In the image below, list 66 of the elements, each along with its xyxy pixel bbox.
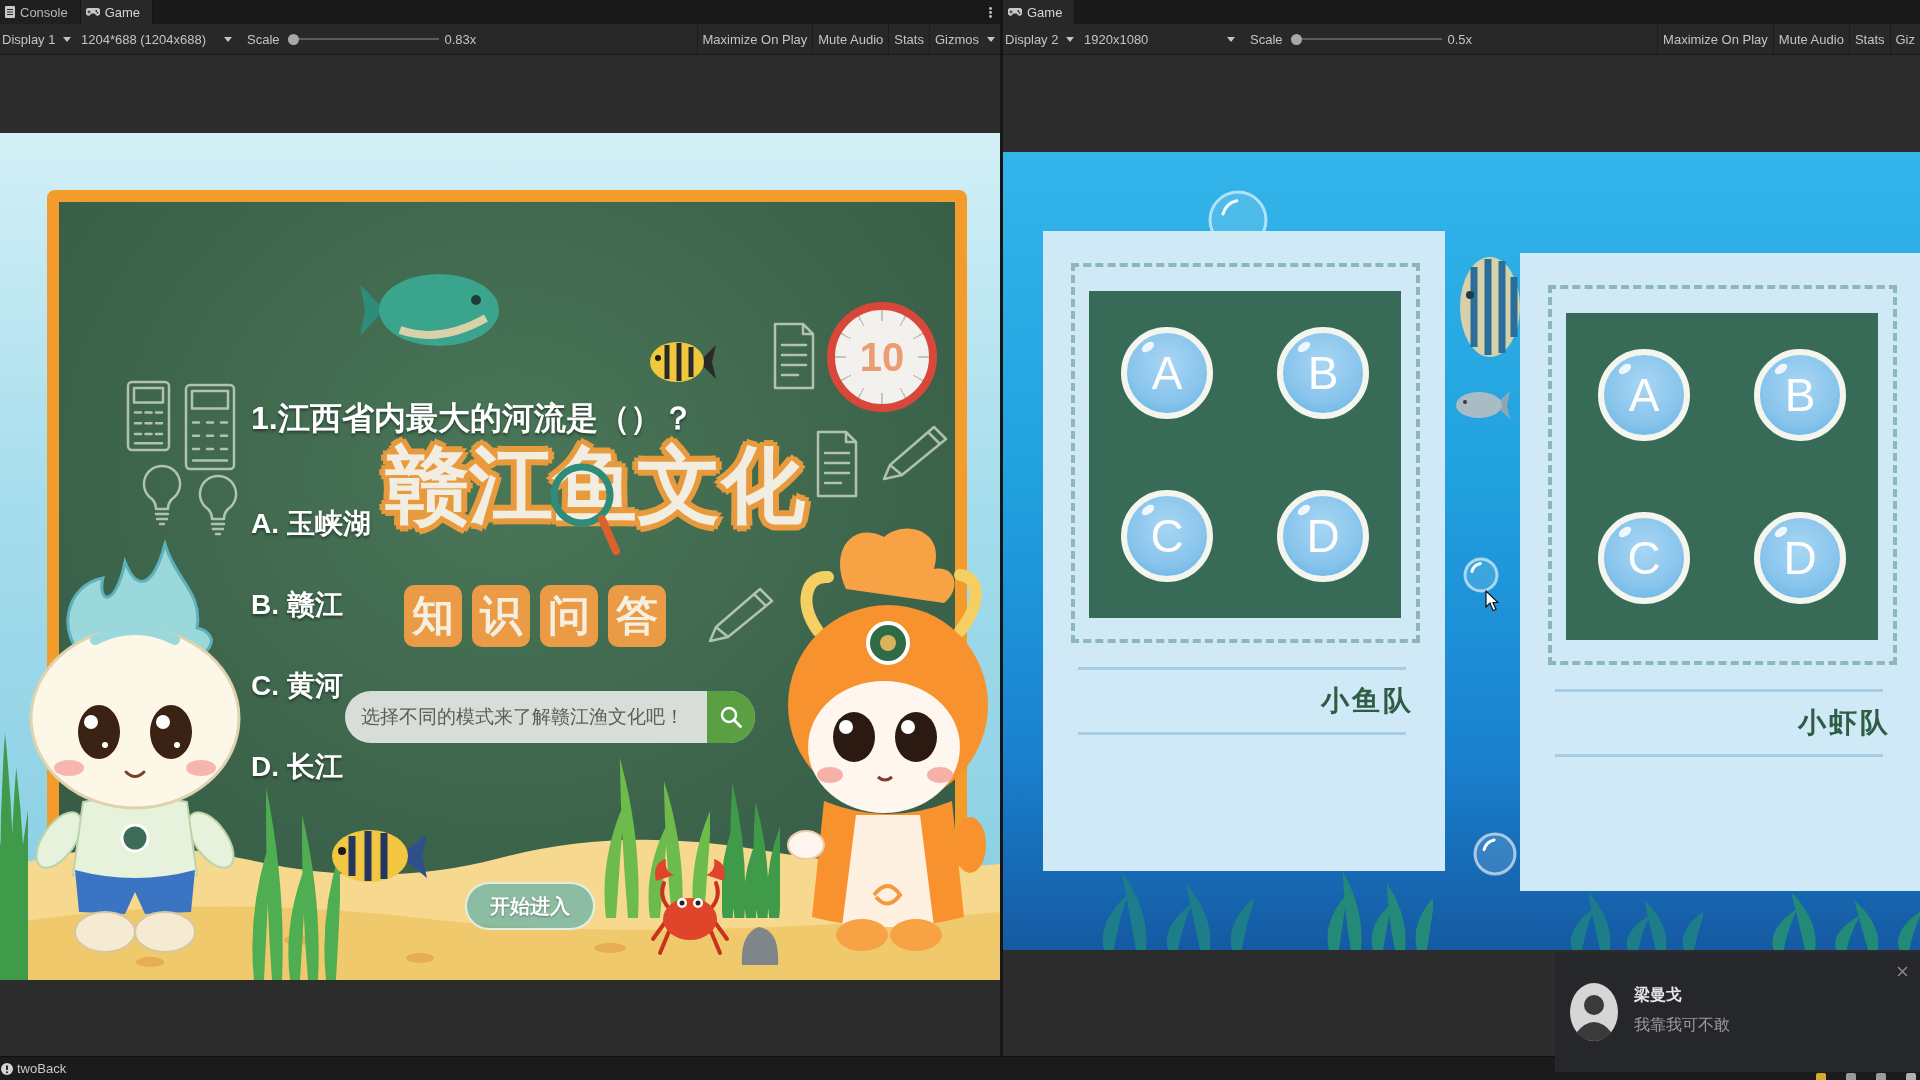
tray-icon [1906,1073,1916,1080]
editor-tab[interactable]: Game [1003,0,1076,24]
display-dropdown[interactable]: Display 2 [1003,24,1079,54]
scale-value: 0.5x [1447,31,1473,47]
caret-icon [63,36,71,42]
editor-tab[interactable]: Console [0,0,81,24]
more-icon[interactable] [989,6,992,18]
slider-thumb[interactable] [287,33,299,45]
paper-icon [815,429,859,499]
option-text: D. 长江 [251,750,343,784]
display-dropdown[interactable]: Display 1 [0,24,76,54]
cursor-icon [1485,590,1499,612]
title-tile: 问 [540,585,598,647]
title-tile: 答 [608,585,666,647]
calculator-icon [184,383,236,471]
lightbulb-icon [140,463,184,527]
caret-icon [1066,36,1074,42]
question-text: 1.江西省内最大的河流是（）？ [251,399,694,436]
option-text: C. 黄河 [251,669,343,703]
caret-icon [224,36,232,42]
slider-thumb[interactable] [1290,33,1302,45]
rock-drawing [740,925,780,965]
pencil-icon [880,423,950,483]
tray-icon [1846,1073,1856,1080]
search-button[interactable] [707,691,755,743]
paper-icon [772,321,816,391]
scale-label: Scale [1250,31,1283,47]
bubble-icon [1473,832,1517,876]
bubble-icon [1463,557,1499,593]
search-input[interactable]: 选择不同的模式来了解赣江渔文化吧！ [345,697,707,737]
title-tile: 识 [472,585,530,647]
resolution-dropdown[interactable]: 1204*688 (1204x688) [79,24,237,54]
toolbar-button[interactable]: Stats [888,24,929,54]
editor-tab[interactable]: Game [80,0,154,24]
tray-icon [1876,1073,1886,1080]
option-text: A. 玉峡湖 [251,507,371,541]
tray-icon [1816,1073,1826,1080]
toolbar-button[interactable]: Mute Audio [812,24,889,54]
title-tile: 知 [404,585,462,647]
option-text: B. 赣江 [251,588,343,622]
sender-name: 梁曼戈 [1634,985,1683,1005]
toolbar-button[interactable]: Mute Audio [1772,24,1849,54]
gamepad-icon [1008,7,1022,17]
avatar-icon [1570,983,1618,1041]
close-icon[interactable] [1897,966,1908,977]
toolbar-button[interactable]: Maximize On Play [696,24,813,54]
search-icon [720,706,742,728]
calculator-icon [126,380,171,452]
scale-label: Scale [247,31,280,47]
toolbar-button[interactable]: Stats [1848,24,1890,54]
timer-text: 10 [859,337,905,377]
document-icon [5,6,15,18]
message-text: 我靠我可不敢 [1634,1015,1730,1035]
toolbar-button[interactable]: Maximize On Play [1657,24,1773,54]
pencil-icon [706,585,776,645]
status-message: twoBack [17,1061,67,1076]
gamepad-icon [85,7,100,17]
search-bar[interactable]: 选择不同的模式来了解赣江渔文化吧！ [345,691,755,743]
scale-value: 0.83x [444,31,477,47]
resolution-dropdown[interactable]: 1920x1080 [1082,24,1240,54]
caret-icon [1227,36,1235,42]
toolbar-button[interactable]: Giz [1889,24,1920,54]
lightbulb-icon [196,473,240,537]
caret-icon [987,36,995,42]
team-name: 小虾队 [1798,706,1891,740]
team-name: 小鱼队 [1321,684,1414,718]
